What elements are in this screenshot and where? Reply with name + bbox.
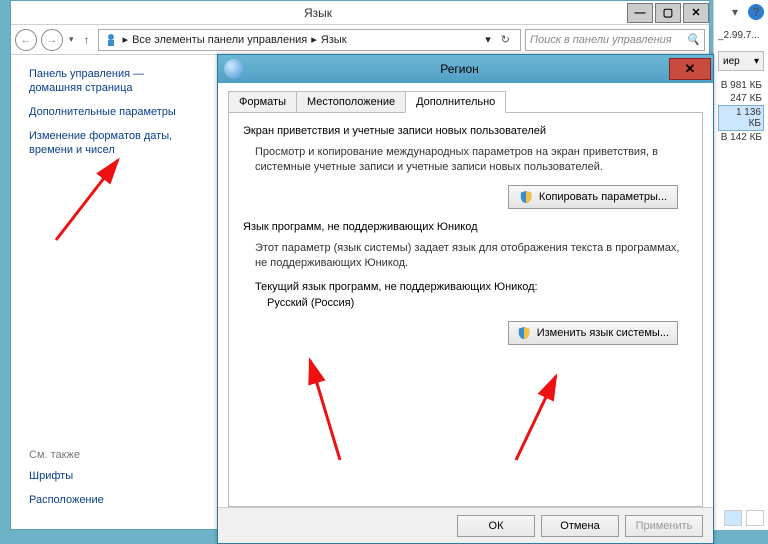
address-drop[interactable]: ▾ (485, 33, 491, 46)
link-location[interactable]: Расположение (29, 493, 198, 507)
forward-button[interactable]: → (41, 29, 63, 51)
view-icon-2[interactable] (746, 510, 764, 526)
view-icon-1[interactable] (724, 510, 742, 526)
current-lang-label: Текущий язык программ, не поддерживающих… (255, 281, 688, 293)
link-advanced[interactable]: Дополнительные параметры (29, 105, 198, 119)
link-fonts[interactable]: Шрифты (29, 469, 198, 483)
group-welcome: Экран приветствия и учетные записи новых… (243, 125, 688, 209)
view-icons (724, 510, 764, 526)
right-partial-window: ▾ ? _2.99.7... иер ▾ B 981 КБ 247 КБ 1 1… (713, 0, 768, 530)
address-bar[interactable]: ▸ Все элементы панели управления ▸ Язык … (98, 29, 521, 51)
dialog-title: Регион (250, 62, 669, 76)
link-cp-home[interactable]: Панель управления — домашняя страница (29, 67, 198, 95)
search-input[interactable]: Поиск в панели управления 🔍 (525, 29, 705, 51)
ok-button[interactable]: ОК (457, 515, 535, 537)
tab-strip: Форматы Местоположение Дополнительно (228, 91, 703, 113)
tab-location[interactable]: Местоположение (296, 91, 406, 112)
dialog-footer: ОК Отмена Применить (218, 507, 713, 543)
tab-advanced[interactable]: Дополнительно (405, 91, 506, 113)
window-controls: — ▢ ✕ (625, 3, 709, 23)
change-locale-label: Изменить язык системы... (537, 327, 669, 339)
right-drop[interactable]: ▾ (732, 5, 738, 19)
crumb-all[interactable]: Все элементы панели управления (132, 34, 307, 46)
file-sizes: B 981 КБ 247 КБ 1 136 КБ B 142 КБ (714, 75, 768, 148)
current-lang-value: Русский (Россия) (267, 297, 688, 309)
group2-label: Язык программ, не поддерживающих Юникод (243, 221, 484, 233)
crumb-lang[interactable]: Язык (321, 34, 347, 46)
right-button-drop: ▾ (754, 56, 759, 67)
group1-label: Экран приветствия и учетные записи новых… (243, 125, 552, 137)
search-icon: 🔍 (686, 33, 700, 46)
maximize-button[interactable]: ▢ (655, 3, 681, 23)
group2-desc: Этот параметр (язык системы) задает язык… (255, 241, 688, 271)
minimize-button[interactable]: — (627, 3, 653, 23)
window-close-button[interactable]: ✕ (683, 3, 709, 23)
copy-settings-label: Копировать параметры... (539, 191, 667, 203)
up-button[interactable]: ↑ (80, 33, 94, 47)
file-size-2[interactable]: 1 136 КБ (718, 105, 764, 131)
tab-panel-advanced: Экран приветствия и учетные записи новых… (228, 113, 703, 507)
right-path[interactable]: _2.99.7... (714, 24, 768, 47)
right-button[interactable]: иер ▾ (718, 51, 764, 71)
refresh-button[interactable]: ↻ (495, 33, 516, 46)
control-panel-icon (103, 32, 119, 48)
file-size-0[interactable]: B 981 КБ (718, 79, 764, 92)
region-dialog: Регион ✕ Форматы Местоположение Дополнит… (217, 54, 714, 544)
copy-settings-button[interactable]: Копировать параметры... (508, 185, 678, 209)
cancel-button[interactable]: Отмена (541, 515, 619, 537)
see-also-label: См. также (29, 449, 198, 461)
crumb-sep0: ▸ (123, 33, 129, 46)
tab-formats[interactable]: Форматы (228, 91, 297, 112)
group1-desc: Просмотр и копирование международных пар… (255, 145, 688, 175)
link-date-formats[interactable]: Изменение форматов даты, времени и чисел (29, 129, 198, 157)
dialog-titlebar: Регион ✕ (218, 55, 713, 83)
apply-button[interactable]: Применить (625, 515, 703, 537)
crumb-sep1: ▸ (311, 33, 317, 46)
shield-icon (517, 326, 531, 340)
dialog-close-button[interactable]: ✕ (669, 58, 711, 80)
dialog-body: Форматы Местоположение Дополнительно Экр… (218, 83, 713, 507)
history-dropdown[interactable]: ▾ (67, 34, 76, 45)
right-button-label: иер (723, 56, 740, 67)
group-nonunicode: Язык программ, не поддерживающих Юникод … (243, 221, 688, 345)
titlebar: Язык — ▢ ✕ (11, 1, 709, 25)
globe-icon (224, 59, 244, 79)
shield-icon (519, 190, 533, 204)
file-size-1[interactable]: 247 КБ (718, 92, 764, 105)
file-size-3[interactable]: B 142 КБ (718, 131, 764, 144)
change-system-locale-button[interactable]: Изменить язык системы... (508, 321, 678, 345)
toolbar: ← → ▾ ↑ ▸ Все элементы панели управления… (11, 25, 709, 55)
back-button[interactable]: ← (15, 29, 37, 51)
help-icon[interactable]: ? (748, 4, 764, 20)
search-placeholder: Поиск в панели управления (530, 34, 672, 46)
window-title: Язык (11, 6, 625, 20)
left-panel: Панель управления — домашняя страница До… (11, 55, 206, 529)
